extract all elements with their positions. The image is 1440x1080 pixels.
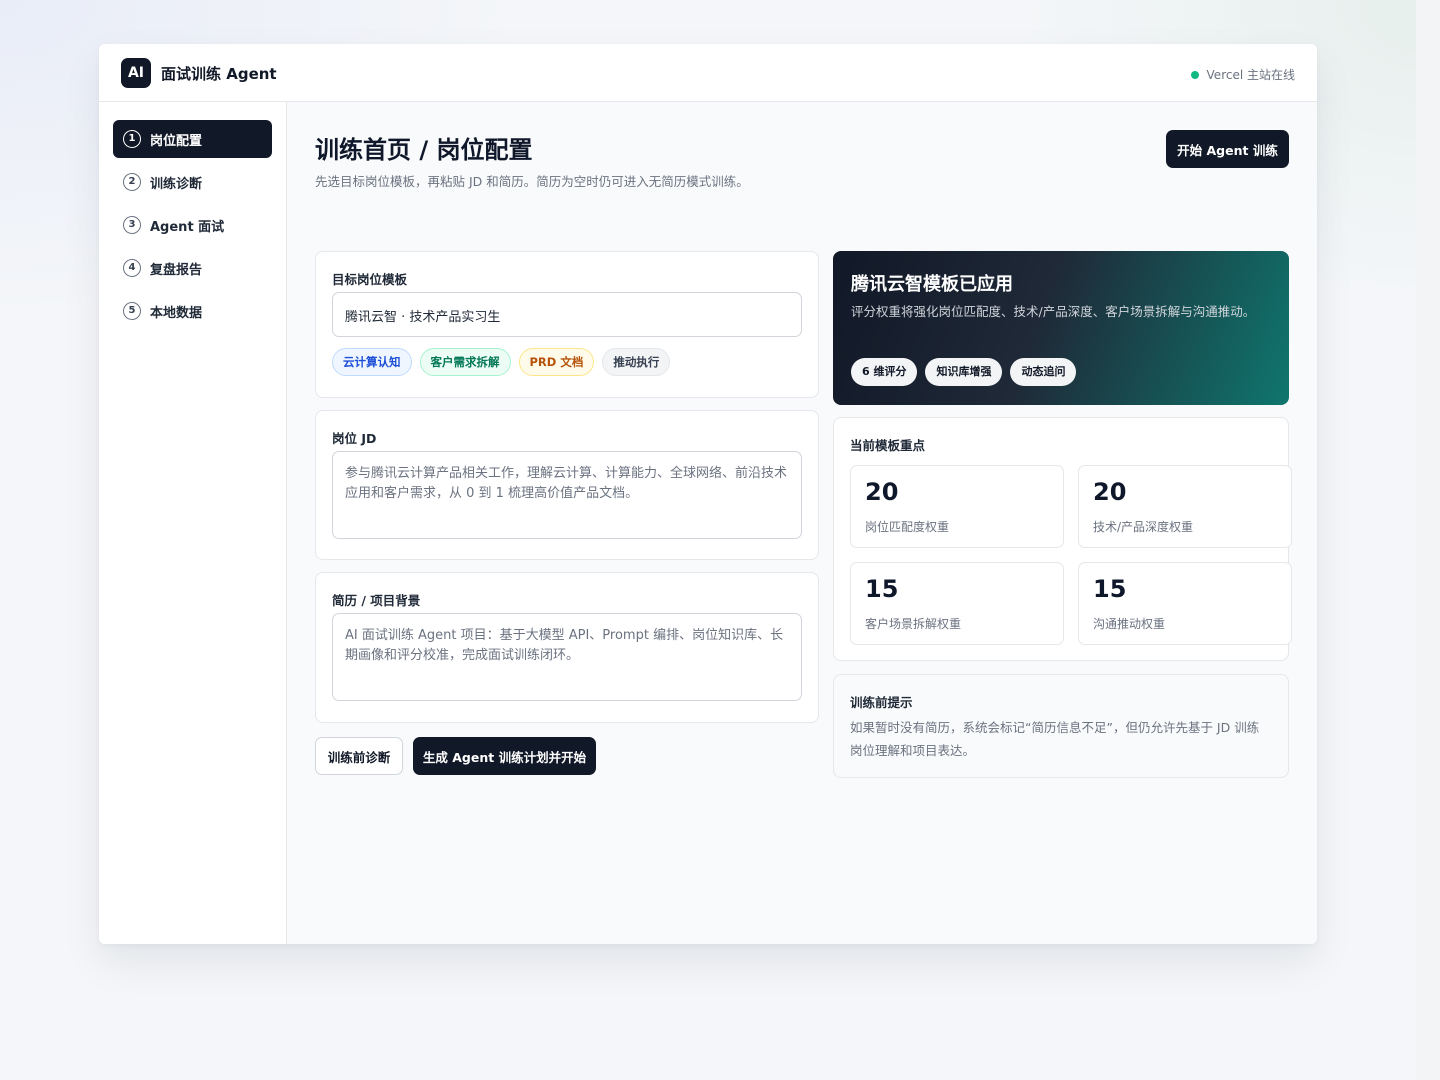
tag-prd-doc: PRD 文档 [518,348,595,376]
banner-chips: 6 维评分 知识库增强 动态追问 [851,358,1077,386]
tag-cloud-computing: 云计算认知 [332,348,412,376]
main-content: 训练首页 / 岗位配置 先选目标岗位模板，再粘贴 JD 和简历。简历为空时仍可进… [287,102,1317,944]
resume-label: 简历 / 项目背景 [332,593,421,608]
stat-label: 沟通推动权重 [1093,617,1166,631]
chip-scoring: 6 维评分 [851,358,918,386]
step-number-icon: 4 [123,259,141,277]
stat-value: 15 [1093,575,1127,603]
template-applied-banner: 腾讯云智模板已应用 评分权重将强化岗位匹配度、技术/产品深度、客户场景拆解与沟通… [833,251,1289,405]
jd-textarea[interactable]: 参与腾讯云计算产品相关工作，理解云计算、计算能力、全球网络、前沿技术应用和客户需… [332,451,802,539]
resume-textarea[interactable]: AI 面试训练 Agent 项目：基于大模型 API、Prompt 编排、岗位知… [332,613,802,701]
focus-title: 当前模板重点 [850,438,926,453]
app-window: AI 面试训练 Agent Vercel 主站在线 1 岗位配置 2 训练诊断 … [99,44,1317,944]
tag-customer-needs: 客户需求拆解 [419,348,511,376]
sidebar-item-label: 本地数据 [150,305,203,321]
status-text: Vercel 主站在线 [1206,68,1295,82]
sidebar-item-job-config[interactable]: 1 岗位配置 [113,120,272,158]
stat-label: 技术/产品深度权重 [1093,520,1194,534]
template-tags: 云计算认知 客户需求拆解 PRD 文档 推动执行 [332,348,671,376]
page-title: 训练首页 / 岗位配置 [315,136,533,164]
tip-title: 训练前提示 [850,695,913,710]
template-card: 目标岗位模板 腾讯云智 · 技术产品实习生 云计算认知 客户需求拆解 PRD 文… [315,251,819,398]
app-logo: AI [121,58,151,88]
status-online-icon [1190,70,1199,79]
sidebar: 1 岗位配置 2 训练诊断 3 Agent 面试 4 复盘报告 5 本地数据 [99,102,287,944]
sidebar-item-label: 复盘报告 [150,262,203,278]
sidebar-item-label: 岗位配置 [150,133,203,149]
stat-card: 15 客户场景拆解权重 [850,562,1064,645]
template-select[interactable]: 腾讯云智 · 技术产品实习生 [332,292,802,337]
stat-value: 15 [865,575,899,603]
diagnose-button[interactable]: 训练前诊断 [315,737,403,775]
app-title: 面试训练 Agent [161,65,277,83]
sidebar-item-label: Agent 面试 [150,219,225,235]
start-training-button[interactable]: 开始 Agent 训练 [1166,130,1289,168]
sidebar-item-local-data[interactable]: 5 本地数据 [113,292,272,330]
template-label: 目标岗位模板 [332,272,408,287]
banner-description: 评分权重将强化岗位匹配度、技术/产品深度、客户场景拆解与沟通推动。 [851,304,1256,319]
sidebar-item-agent-interview[interactable]: 3 Agent 面试 [113,206,272,244]
pre-training-tip-card: 训练前提示 如果暂时没有简历，系统会标记“简历信息不足”，但仍允许先基于 JD … [833,674,1289,778]
template-focus-card: 当前模板重点 20 岗位匹配度权重 20 技术/产品深度权重 15 客户场景拆解… [833,417,1292,661]
step-number-icon: 1 [123,130,141,148]
chip-knowledge-base: 知识库增强 [925,358,1003,386]
top-bar: AI 面试训练 Agent Vercel 主站在线 [99,44,1317,102]
step-number-icon: 3 [123,216,141,234]
stat-label: 岗位匹配度权重 [865,520,950,534]
step-number-icon: 2 [123,173,141,191]
chip-followup: 动态追问 [1010,358,1077,386]
tag-execution: 推动执行 [602,348,671,376]
stat-value: 20 [1093,478,1127,506]
jd-label: 岗位 JD [332,431,377,446]
sidebar-item-diagnosis[interactable]: 2 训练诊断 [113,163,272,201]
sidebar-item-label: 训练诊断 [150,176,203,192]
jd-card: 岗位 JD 参与腾讯云计算产品相关工作，理解云计算、计算能力、全球网络、前沿技术… [315,410,819,560]
stat-card: 20 技术/产品深度权重 [1078,465,1292,548]
stat-label: 客户场景拆解权重 [865,617,962,631]
page-subtitle: 先选目标岗位模板，再粘贴 JD 和简历。简历为空时仍可进入无简历模式训练。 [315,174,749,189]
generate-plan-button[interactable]: 生成 Agent 训练计划并开始 [413,737,596,775]
stat-card: 15 沟通推动权重 [1078,562,1292,645]
stat-card: 20 岗位匹配度权重 [850,465,1064,548]
resume-card: 简历 / 项目背景 AI 面试训练 Agent 项目：基于大模型 API、Pro… [315,572,819,723]
banner-title: 腾讯云智模板已应用 [851,274,1013,295]
stat-value: 20 [865,478,899,506]
tip-text: 如果暂时没有简历，系统会标记“简历信息不足”，但仍允许先基于 JD 训练岗位理解… [850,720,1260,758]
sidebar-item-review-report[interactable]: 4 复盘报告 [113,249,272,287]
deploy-status: Vercel 主站在线 [1190,66,1295,83]
step-number-icon: 5 [123,302,141,320]
page-edge-strip [1416,0,1440,1080]
